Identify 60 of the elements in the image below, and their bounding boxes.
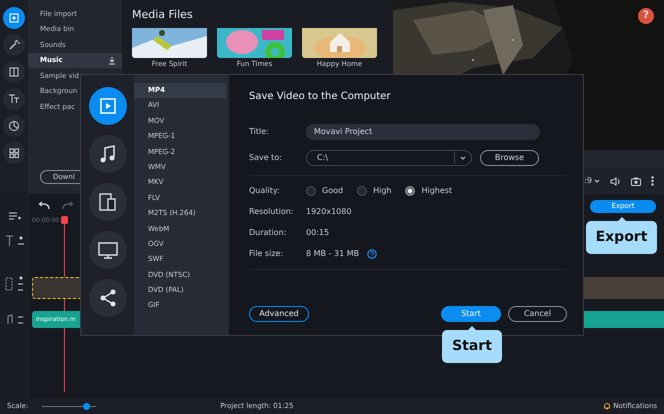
sidebar-tab[interactable]: [3, 115, 25, 137]
radio-label: Highest: [421, 185, 452, 197]
text-icon: [7, 92, 21, 106]
audio-track-icon: [5, 313, 25, 327]
export-category-button[interactable]: [88, 279, 126, 317]
callout-tooltip: Start: [442, 326, 502, 363]
export-category-button[interactable]: [88, 87, 126, 125]
export-category-button[interactable]: [88, 183, 126, 221]
radio-label: High: [373, 185, 392, 197]
download-icon[interactable]: [108, 56, 116, 65]
clock-icon: [7, 119, 21, 133]
field-label: Title:: [249, 126, 270, 138]
export-category-button[interactable]: [88, 231, 126, 269]
info-value: 00:15: [306, 227, 330, 239]
info-label: Duration:: [249, 227, 288, 239]
browse-button[interactable]: Browse: [480, 150, 539, 166]
speaker-icon[interactable]: [610, 176, 621, 186]
grid-icon: [7, 146, 21, 160]
sidebar-tab[interactable]: [3, 61, 25, 83]
video-clip[interactable]: [32, 277, 80, 299]
sidebar-tab[interactable]: [3, 142, 25, 164]
info-value: 1920x1080: [306, 206, 352, 218]
aspect-ratio-label[interactable]: :9: [584, 175, 592, 187]
radio-button[interactable]: [306, 186, 316, 196]
save-to-dropdown[interactable]: C:\: [306, 150, 472, 166]
field-label: Quality:: [249, 185, 281, 197]
cancel-button[interactable]: Cancel: [508, 306, 567, 322]
scale-slider[interactable]: [42, 402, 96, 410]
redo-icon[interactable]: [62, 200, 74, 210]
advanced-button[interactable]: Advanced: [249, 306, 309, 322]
sidebar-tab[interactable]: [3, 88, 25, 110]
title-field[interactable]: Movavi Project: [306, 124, 540, 140]
help-icon[interactable]: [367, 249, 378, 259]
text-track-icon: [5, 235, 25, 247]
panel-title: Media Files: [132, 7, 194, 23]
transition-icon: [7, 65, 21, 79]
dialog-title: Save Video to the Computer: [249, 90, 392, 104]
video-clip[interactable]: [584, 277, 664, 299]
radio-label: Good: [322, 185, 344, 197]
info-label: File size:: [249, 248, 284, 260]
radio-button[interactable]: [405, 186, 416, 196]
export-category-button[interactable]: [88, 135, 126, 173]
add-track-icon[interactable]: [9, 212, 21, 221]
audio-clip[interactable]: [584, 311, 664, 328]
callout-tooltip: Export: [586, 217, 657, 254]
radio-button[interactable]: [357, 186, 368, 196]
sidebar-tab[interactable]: [3, 7, 25, 29]
bell-icon[interactable]: [603, 402, 612, 410]
info-value: 8 MB - 31 MB: [306, 248, 360, 260]
sidebar-tab[interactable]: [3, 34, 25, 56]
field-label: Save to:: [249, 152, 283, 164]
magic-wand-icon: [7, 38, 21, 52]
chevron-icon: [594, 179, 600, 183]
add-media-icon: [7, 11, 21, 25]
info-label: Resolution:: [249, 206, 294, 218]
chevron-icon: [460, 156, 466, 160]
undo-icon[interactable]: [38, 200, 50, 210]
video-track-icon: [5, 275, 25, 293]
more-icon[interactable]: [651, 176, 654, 186]
camera-icon[interactable]: [631, 176, 641, 186]
